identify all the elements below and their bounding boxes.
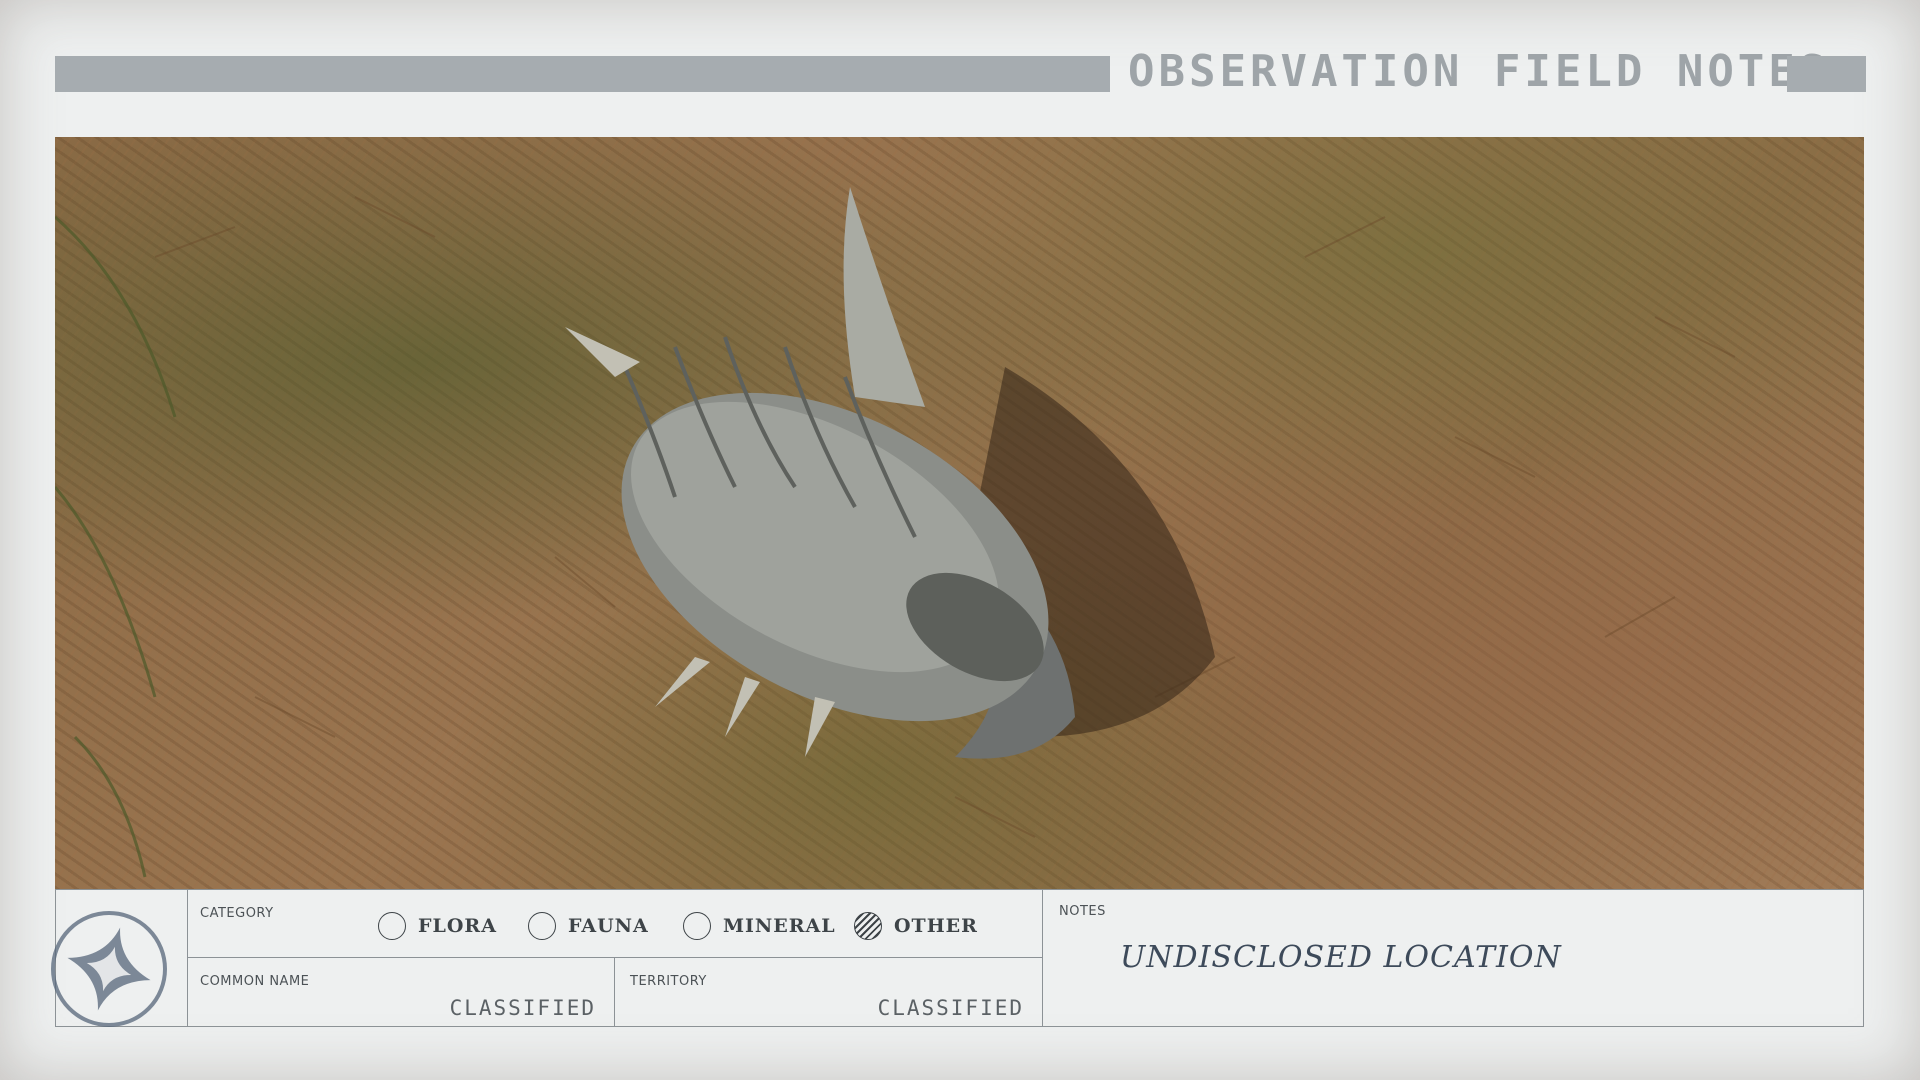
category-cell: CATEGORY FLORA FAUNA MINERAL OTHER <box>188 890 1042 958</box>
creature-illustration <box>55 187 1736 878</box>
common-name-cell: COMMON NAME CLASSIFIED <box>188 958 615 1026</box>
title-bar-left <box>55 56 1110 92</box>
mineral-label: MINERAL <box>723 915 836 937</box>
category-option-flora[interactable]: FLORA <box>378 912 497 940</box>
mineral-radio[interactable] <box>683 912 711 940</box>
title-bar-right <box>1787 56 1866 92</box>
flora-label: FLORA <box>418 915 497 937</box>
territory-value: CLASSIFIED <box>877 996 1024 1020</box>
category-option-fauna[interactable]: FAUNA <box>528 912 649 940</box>
category-option-other[interactable]: OTHER <box>854 912 978 940</box>
flora-radio[interactable] <box>378 912 406 940</box>
fauna-radio[interactable] <box>528 912 556 940</box>
page-title: OBSERVATION FIELD NOTES <box>1128 46 1830 97</box>
notes-cell: NOTES UNDISCLOSED LOCATION <box>1042 890 1863 1026</box>
emblem-cell <box>51 890 188 1027</box>
four-point-star-seal-icon <box>51 911 167 1027</box>
fauna-label: FAUNA <box>568 915 649 937</box>
territory-label: TERRITORY <box>630 974 707 989</box>
notes-label: NOTES <box>1059 904 1106 919</box>
creature-photo <box>55 137 1864 889</box>
common-name-label: COMMON NAME <box>200 974 310 989</box>
field-notes-card: OBSERVATION FIELD NOTES CATEGORY FLORA F… <box>0 0 1920 1080</box>
other-radio[interactable] <box>854 912 882 940</box>
notes-value: UNDISCLOSED LOCATION <box>1120 940 1562 975</box>
territory-cell: TERRITORY CLASSIFIED <box>615 958 1042 1026</box>
observation-panel: CATEGORY FLORA FAUNA MINERAL OTHER COMMO… <box>51 889 1864 1027</box>
other-label: OTHER <box>894 915 978 937</box>
common-name-value: CLASSIFIED <box>449 996 596 1020</box>
category-option-mineral[interactable]: MINERAL <box>683 912 836 940</box>
category-label: CATEGORY <box>200 906 274 921</box>
